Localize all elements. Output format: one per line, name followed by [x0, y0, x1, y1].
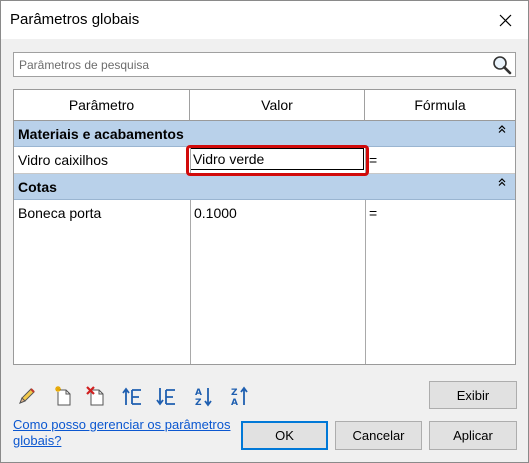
parameters-table: Parâmetro Valor Fórmula Materiais e acab…	[13, 89, 516, 365]
column-header-parameter[interactable]: Parâmetro	[14, 90, 190, 121]
sort-descending-button[interactable]: Z A	[227, 384, 251, 408]
column-header-formula[interactable]: Fórmula	[365, 90, 515, 121]
column-header-value[interactable]: Valor	[190, 90, 365, 121]
sort-descending-icon: Z A	[231, 386, 248, 407]
search-box	[13, 52, 516, 77]
group-header-materials[interactable]: Materiais e acabamentos	[14, 121, 515, 147]
cancel-button[interactable]: Cancelar	[335, 421, 422, 450]
column-divider	[365, 147, 366, 173]
move-down-button[interactable]	[154, 384, 178, 408]
show-button[interactable]: Exibir	[429, 381, 517, 409]
move-down-icon	[156, 388, 175, 406]
collapse-icon[interactable]	[497, 124, 507, 134]
cell-formula[interactable]: =	[365, 147, 515, 173]
dialog-title: Parâmetros globais	[10, 11, 140, 28]
svg-text:Z: Z	[231, 388, 238, 398]
value-edit-input[interactable]	[190, 148, 364, 170]
svg-text:A: A	[195, 388, 202, 398]
sort-ascending-icon: A Z	[195, 388, 212, 407]
edit-icon	[19, 388, 35, 404]
group-label: Cotas	[18, 179, 57, 195]
delete-parameter-icon	[86, 386, 104, 406]
svg-text:Z: Z	[195, 398, 202, 407]
global-parameters-dialog: Parâmetros globais Parâmetro Valor Fórmu…	[0, 0, 529, 463]
title-bar: Parâmetros globais	[1, 1, 528, 39]
edit-parameter-button[interactable]	[15, 384, 39, 408]
collapse-icon[interactable]	[497, 177, 507, 187]
search-button[interactable]	[490, 53, 514, 76]
search-input[interactable]	[14, 53, 484, 76]
apply-button[interactable]: Aplicar	[429, 421, 517, 450]
move-up-icon	[122, 387, 141, 405]
group-label: Materiais e acabamentos	[18, 126, 184, 142]
cell-value[interactable]: 0.1000	[190, 200, 365, 226]
close-button[interactable]	[482, 1, 528, 39]
column-divider	[190, 200, 191, 364]
column-divider	[365, 200, 366, 364]
help-link[interactable]: Como posso gerenciar os parâmetros globa…	[13, 417, 253, 449]
close-icon	[499, 14, 511, 26]
search-icon	[493, 55, 512, 74]
new-parameter-button[interactable]	[51, 384, 75, 408]
sort-ascending-button[interactable]: A Z	[191, 384, 215, 408]
ok-button[interactable]: OK	[241, 421, 328, 450]
column-divider	[190, 147, 191, 173]
cell-formula[interactable]: =	[365, 200, 515, 226]
move-up-button[interactable]	[120, 384, 144, 408]
delete-parameter-button[interactable]	[84, 384, 108, 408]
group-header-cotas[interactable]: Cotas	[14, 174, 515, 200]
cell-parameter[interactable]: Vidro caixilhos	[14, 147, 190, 173]
svg-text:A: A	[231, 398, 238, 407]
cell-parameter[interactable]: Boneca porta	[14, 200, 190, 226]
new-parameter-icon	[55, 386, 71, 406]
